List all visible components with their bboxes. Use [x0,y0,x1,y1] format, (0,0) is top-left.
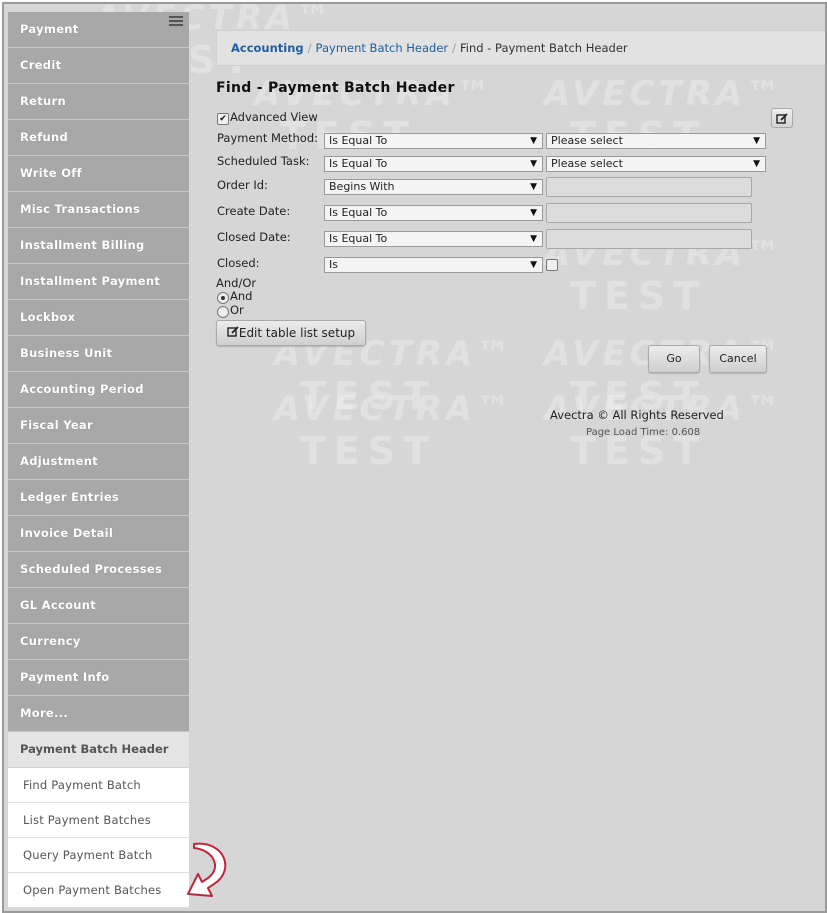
page-title: Find - Payment Batch Header [216,80,455,96]
edit-icon [227,326,239,337]
app-window: AVECTRA™TEST AVECTRA™TEST AVECTRA™TEST A… [2,2,827,913]
closed-date-input[interactable] [546,229,752,249]
sidebar-item-fiscal-year[interactable]: Fiscal Year [8,408,189,444]
and-radio-label: And [230,289,253,303]
order-id-operator-select[interactable]: Begins With ▼ [324,179,543,195]
payment-method-value-select[interactable]: Please select ▼ [546,133,766,149]
sidebar-item-ledger-entries[interactable]: Ledger Entries [8,480,189,516]
scheduled-task-operator-select[interactable]: Is Equal To ▼ [324,156,543,172]
breadcrumb: Accounting / Payment Batch Header / Find - P… [216,30,825,66]
create-date-input[interactable] [546,203,752,223]
sidebar-item-credit[interactable]: Credit [8,48,189,84]
create-date-operator-select[interactable]: Is Equal To ▼ [324,205,543,221]
hamburger-icon[interactable] [169,16,183,28]
chevron-down-icon: ▼ [753,136,760,146]
chevron-down-icon: ▼ [530,182,537,192]
closed-operator-select[interactable]: Is ▼ [324,257,543,273]
chevron-down-icon: ▼ [530,136,537,146]
sidebar-item-installment-billing[interactable]: Installment Billing [8,228,189,264]
sidebar-item-refund[interactable]: Refund [8,120,189,156]
cancel-button[interactable]: Cancel [709,345,767,373]
sidebar-section-payment-batch-header[interactable]: Payment Batch Header [8,732,189,768]
copyright-text: Avectra © All Rights Reserved [550,408,724,422]
payment-method-label: Payment Method: [217,131,319,145]
sidebar-item-write-off[interactable]: Write Off [8,156,189,192]
advanced-view-checkbox[interactable]: ✔ [217,113,229,125]
breadcrumb-item-current: Find - Payment Batch Header [460,41,628,55]
main-content: Accounting / Payment Batch Header / Find - P… [190,4,825,911]
sidebar-item-accounting-period[interactable]: Accounting Period [8,372,189,408]
scheduled-task-label: Scheduled Task: [217,154,310,168]
or-radio[interactable] [217,306,229,318]
sidebar-subitem-list-payment-batches[interactable]: List Payment Batches [8,803,189,838]
closed-checkbox[interactable] [546,259,558,271]
or-radio-label: Or [230,303,244,317]
chevron-down-icon: ▼ [530,260,537,270]
chevron-down-icon: ▼ [530,234,537,244]
and-or-label: And/Or [216,276,257,290]
chevron-down-icon: ▼ [530,159,537,169]
sidebar-subitem-find-payment-batch[interactable]: Find Payment Batch [8,768,189,803]
edit-view-button[interactable] [771,108,793,128]
payment-method-operator-select[interactable]: Is Equal To ▼ [324,133,543,149]
sidebar-item-currency[interactable]: Currency [8,624,189,660]
closed-date-operator-select[interactable]: Is Equal To ▼ [324,231,543,247]
sidebar-item-business-unit[interactable]: Business Unit [8,336,189,372]
breadcrumb-item-accounting[interactable]: Accounting [231,41,304,55]
edit-icon [776,112,788,124]
closed-date-label: Closed Date: [217,230,291,244]
sidebar-item-return[interactable]: Return [8,84,189,120]
sidebar-item-misc-transactions[interactable]: Misc Transactions [8,192,189,228]
breadcrumb-separator: / [307,41,312,55]
chevron-down-icon: ▼ [753,159,760,169]
sidebar: Payment Credit Return Refund Write Off M… [8,12,189,908]
scheduled-task-value-select[interactable]: Please select ▼ [546,156,766,172]
sidebar-item-lockbox[interactable]: Lockbox [8,300,189,336]
sidebar-subitem-open-payment-batches[interactable]: Open Payment Batches [8,873,189,908]
advanced-view-label: Advanced View [230,110,318,124]
breadcrumb-separator: / [452,41,457,55]
order-id-label: Order Id: [217,178,268,192]
sidebar-item-payment[interactable]: Payment [8,12,189,48]
page-load-time: Page Load Time: 0.608 [586,427,701,438]
sidebar-item-more[interactable]: More... [8,696,189,732]
breadcrumb-item-payment-batch-header[interactable]: Payment Batch Header [316,41,449,55]
sidebar-item-adjustment[interactable]: Adjustment [8,444,189,480]
sidebar-item-scheduled-processes[interactable]: Scheduled Processes [8,552,189,588]
create-date-label: Create Date: [217,204,291,218]
edit-table-list-setup-button[interactable]: Edit table list setup [216,320,366,346]
go-button[interactable]: Go [648,345,700,373]
and-radio[interactable] [217,292,229,304]
sidebar-item-gl-account[interactable]: GL Account [8,588,189,624]
sidebar-item-invoice-detail[interactable]: Invoice Detail [8,516,189,552]
sidebar-item-payment-info[interactable]: Payment Info [8,660,189,696]
order-id-input[interactable] [546,177,752,197]
closed-label: Closed: [217,256,260,270]
sidebar-subitem-query-payment-batch[interactable]: Query Payment Batch [8,838,189,873]
sidebar-item-installment-payment[interactable]: Installment Payment [8,264,189,300]
chevron-down-icon: ▼ [530,208,537,218]
